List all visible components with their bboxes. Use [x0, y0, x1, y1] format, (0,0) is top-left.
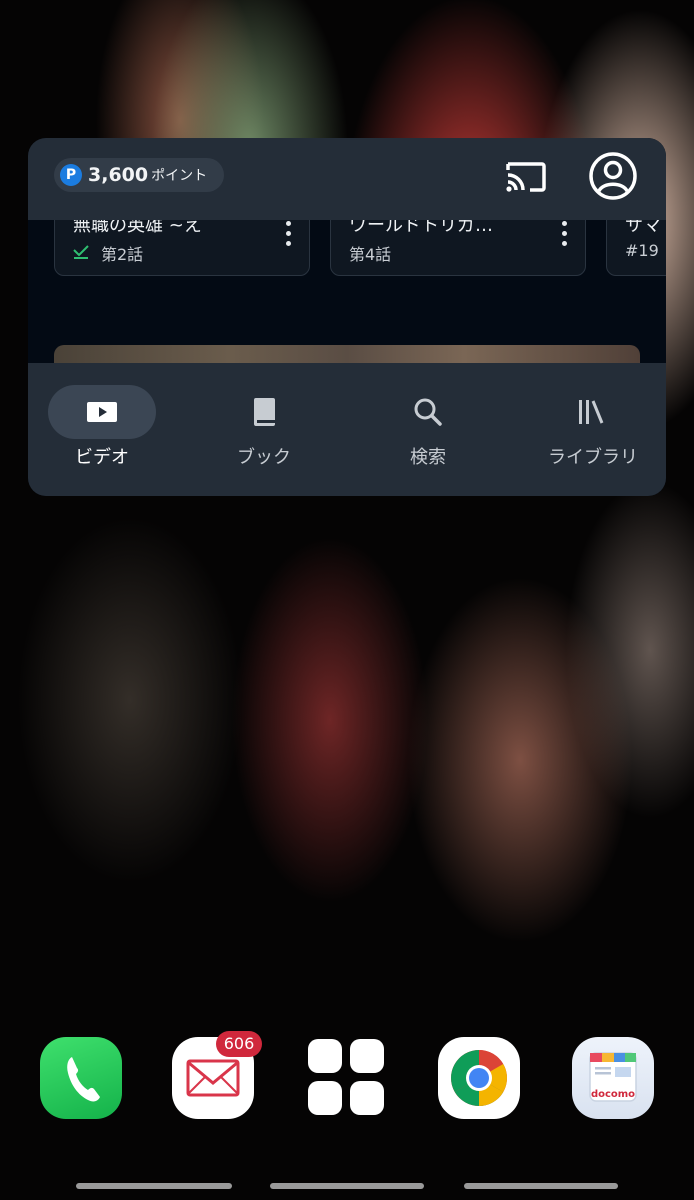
- video-play-icon: [87, 402, 117, 422]
- episode-meta: #19: [625, 241, 659, 260]
- episode-title: サマ: [625, 220, 661, 236]
- points-chip[interactable]: P 3,600 ポイント: [54, 158, 224, 192]
- chrome-icon: [451, 1050, 507, 1106]
- nav-label: 検索: [410, 447, 446, 468]
- episode-number: 第4話: [349, 245, 392, 264]
- cast-button[interactable]: [504, 156, 548, 196]
- points-unit: ポイント: [151, 168, 208, 184]
- widget-header: P 3,600 ポイント: [28, 138, 666, 220]
- gesture-bar-center[interactable]: [270, 1183, 424, 1189]
- phone-app[interactable]: [40, 1037, 122, 1119]
- episode-card[interactable]: 無職の英雄 ~え 第2話: [54, 220, 310, 276]
- cast-icon: [506, 162, 546, 192]
- account-button[interactable]: [588, 151, 638, 201]
- library-icon: [579, 400, 604, 424]
- episode-card[interactable]: サマ #19: [606, 220, 666, 276]
- episode-card[interactable]: ワールドトリガ… 第4話: [330, 220, 586, 276]
- episode-title: 無職の英雄 ~え: [73, 220, 202, 236]
- more-vert-icon[interactable]: [561, 221, 567, 251]
- mail-app[interactable]: 606: [172, 1031, 262, 1119]
- video-app-widget[interactable]: P 3,600 ポイント 無職の英雄 ~え 第2話 ワールドトリガ… 第4話 サ…: [28, 138, 666, 496]
- episode-meta: 第4話: [349, 241, 391, 265]
- nav-book[interactable]: ブック: [210, 385, 318, 475]
- unread-count-badge: 606: [216, 1031, 262, 1057]
- gesture-bar-left[interactable]: [76, 1183, 232, 1189]
- nav-label: ブック: [237, 447, 291, 468]
- more-vert-icon[interactable]: [285, 221, 291, 251]
- phone-icon: [67, 1057, 100, 1102]
- widget-bottom-nav: ビデオ ブック 検索 ライブラリ: [28, 363, 666, 496]
- episode-title: ワールドトリガ…: [349, 220, 493, 236]
- docomo-label: docomo: [590, 1089, 636, 1100]
- nav-search[interactable]: 検索: [374, 385, 482, 475]
- check-icon: [73, 244, 89, 263]
- recent-episodes-strip[interactable]: 無職の英雄 ~え 第2話 ワールドトリガ… 第4話 サマ #19: [28, 220, 666, 363]
- nav-label: ライブラリ: [548, 447, 638, 468]
- gesture-bar-right[interactable]: [464, 1183, 618, 1189]
- points-badge-icon: P: [60, 164, 82, 186]
- points-value: 3,600: [88, 164, 149, 186]
- docomo-icon: [589, 1052, 637, 1102]
- featured-banner[interactable]: [54, 345, 640, 363]
- nav-library[interactable]: ライブラリ: [538, 385, 648, 475]
- home-screen: P 3,600 ポイント 無職の英雄 ~え 第2話 ワールドトリガ… 第4話 サ…: [0, 0, 694, 1200]
- docomo-app[interactable]: docomo: [572, 1037, 654, 1119]
- episode-meta: 第2話: [73, 241, 143, 265]
- episode-number: #19: [625, 241, 659, 260]
- account-circle-icon: [589, 152, 637, 200]
- chrome-app[interactable]: [438, 1037, 520, 1119]
- nav-video[interactable]: ビデオ: [48, 385, 156, 475]
- search-icon: [414, 398, 442, 426]
- episode-number: 第2話: [101, 245, 144, 264]
- book-icon: [254, 398, 275, 426]
- app-drawer-button[interactable]: [306, 1037, 388, 1119]
- nav-label: ビデオ: [75, 447, 129, 468]
